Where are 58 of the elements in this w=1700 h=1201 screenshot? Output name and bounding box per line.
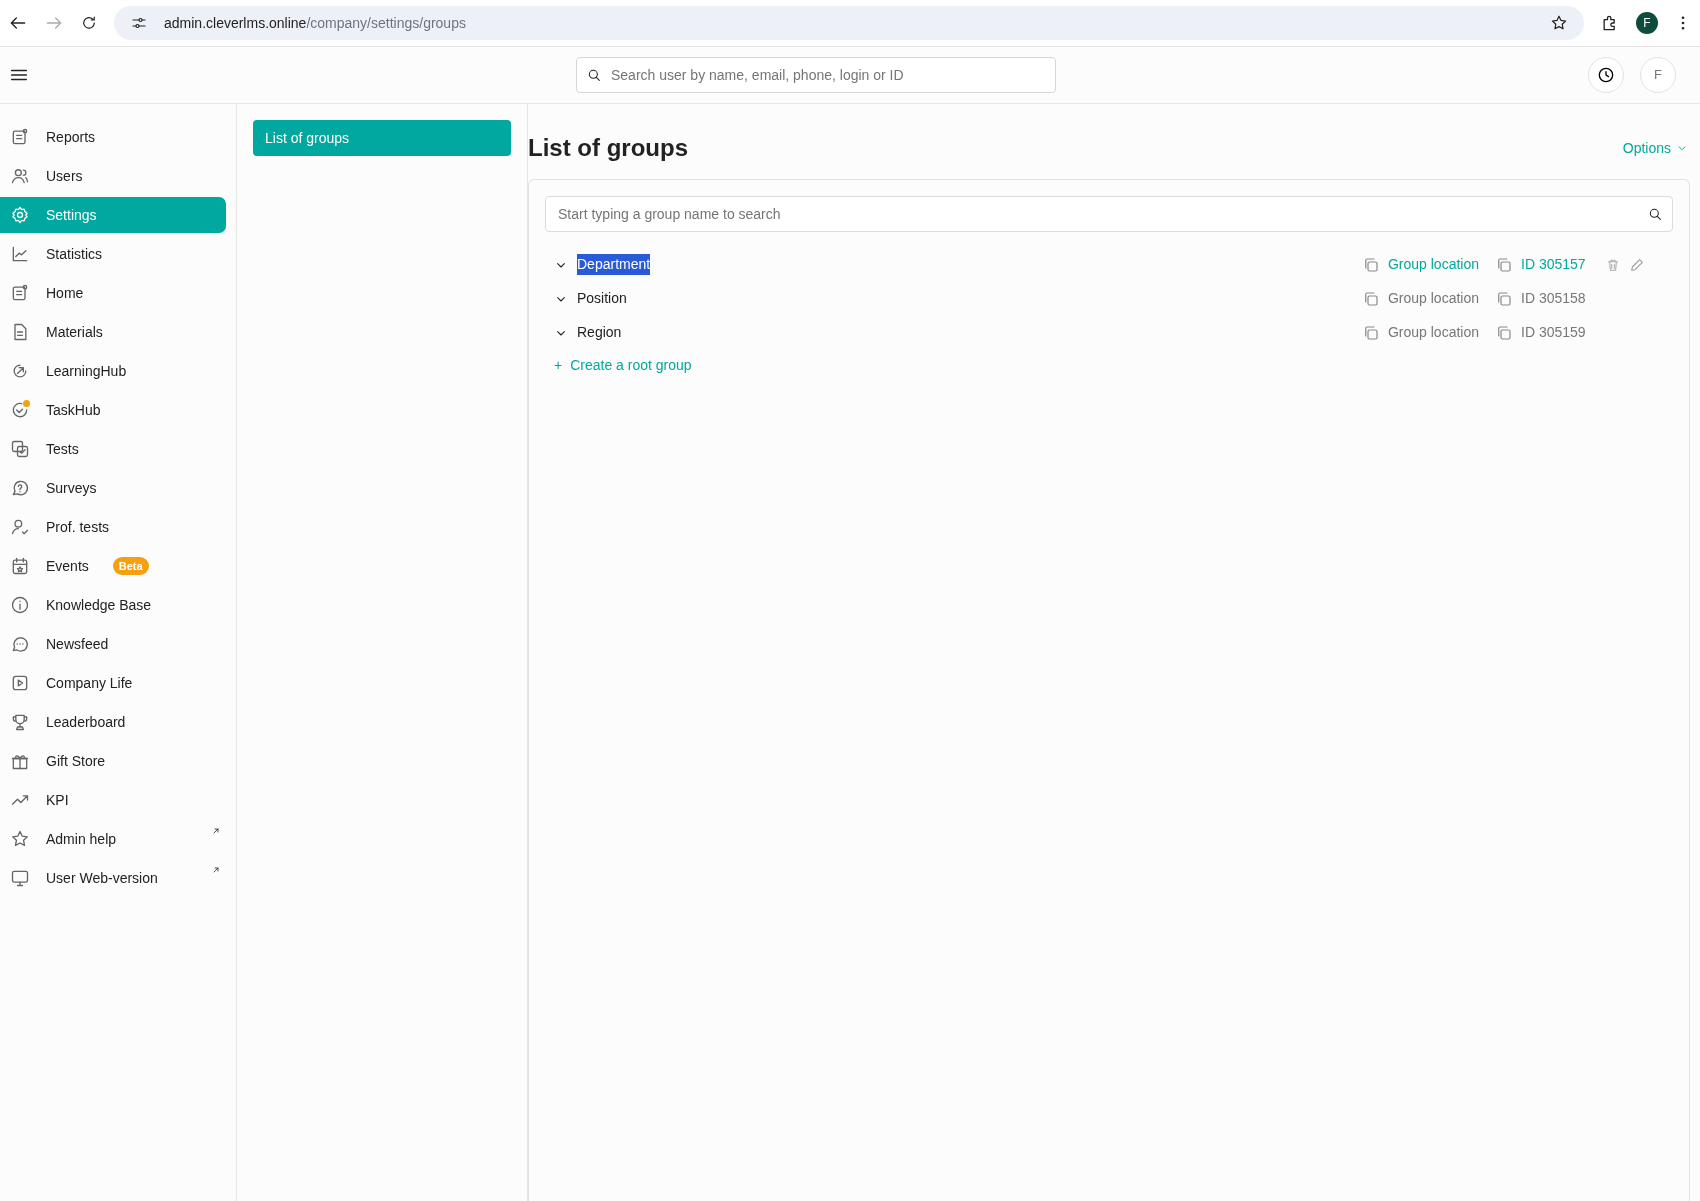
url-text: admin.cleverlms.online/company/settings/groups	[164, 13, 466, 33]
sidebar-item[interactable]: Admin help	[0, 821, 226, 857]
history-button[interactable]	[1588, 57, 1624, 93]
report-icon	[10, 127, 30, 147]
group-location-link[interactable]: Group location	[1387, 322, 1479, 344]
search-icon	[586, 67, 602, 83]
user-search-field[interactable]: Search user by name, email, phone, login or ID	[576, 57, 1056, 93]
group-id-link[interactable]: ID 305158	[1521, 288, 1586, 310]
group-search-field[interactable]: Start typing a group name to search	[545, 195, 1673, 232]
address-bar[interactable]: admin.cleverlms.online/company/settings/groups	[114, 6, 1584, 40]
copy-icon	[1495, 289, 1513, 308]
sidebar-item[interactable]: User Web-version	[0, 860, 226, 896]
monitor-icon	[10, 868, 30, 888]
beta-badge: Beta	[112, 556, 149, 576]
group-name[interactable]: Department	[577, 254, 651, 276]
check-circle-icon	[10, 400, 30, 420]
tests-icon	[10, 439, 30, 459]
group-id-link[interactable]: ID 305159	[1521, 322, 1586, 344]
info-icon	[10, 595, 30, 615]
sidebar-item[interactable]: Prof. tests	[0, 509, 226, 545]
sidebar-item[interactable]: Tests	[0, 431, 226, 467]
page-title: List of groups	[528, 134, 688, 163]
sidebar-item[interactable]: Home	[0, 275, 226, 311]
sidebar-item[interactable]: Surveys	[0, 470, 226, 506]
calendar-icon	[10, 556, 30, 576]
line-chart-icon	[10, 244, 30, 264]
sidebar-item[interactable]: KPI	[0, 782, 226, 818]
trophy-icon	[10, 712, 30, 732]
chat-icon	[10, 634, 30, 654]
copy-icon	[1495, 255, 1513, 274]
sidebar-item[interactable]: TaskHub	[0, 392, 226, 428]
reload-icon[interactable]	[80, 14, 98, 32]
user-check-icon	[10, 517, 30, 537]
question-bubble-icon	[10, 478, 30, 498]
group-name[interactable]: Position	[577, 288, 627, 310]
sidebar-item[interactable]: Reports	[0, 119, 226, 155]
star-icon	[10, 829, 30, 849]
settings-icon	[10, 205, 30, 225]
group-name[interactable]: Region	[577, 322, 622, 344]
sidebar-item[interactable]: Gift Store	[0, 743, 226, 779]
sidebar-item[interactable]: Leaderboard	[0, 704, 226, 740]
avatar-button[interactable]: F	[1640, 57, 1676, 93]
sidebar-item[interactable]: Knowledge Base	[0, 587, 226, 623]
sidebar-item[interactable]: Newsfeed	[0, 626, 226, 662]
play-icon	[10, 673, 30, 693]
sidebar-item[interactable]: Materials	[0, 314, 226, 350]
users-icon	[10, 166, 30, 186]
sidebar-item[interactable]: LearningHub	[0, 353, 226, 389]
sidebar-item[interactable]: Events Beta	[0, 548, 226, 584]
sidebar-item[interactable]: Statistics	[0, 236, 226, 272]
report-icon	[10, 283, 30, 303]
copy-icon	[1495, 323, 1513, 342]
bookmark-star-icon[interactable]	[1550, 14, 1568, 32]
sidebar-item[interactable]: Users	[0, 158, 226, 194]
history-icon	[1596, 65, 1616, 85]
sidebar-item[interactable]: Company Life	[0, 665, 226, 701]
group-location-link[interactable]: Group location	[1387, 288, 1479, 310]
profile-avatar[interactable]: F	[1636, 12, 1658, 34]
